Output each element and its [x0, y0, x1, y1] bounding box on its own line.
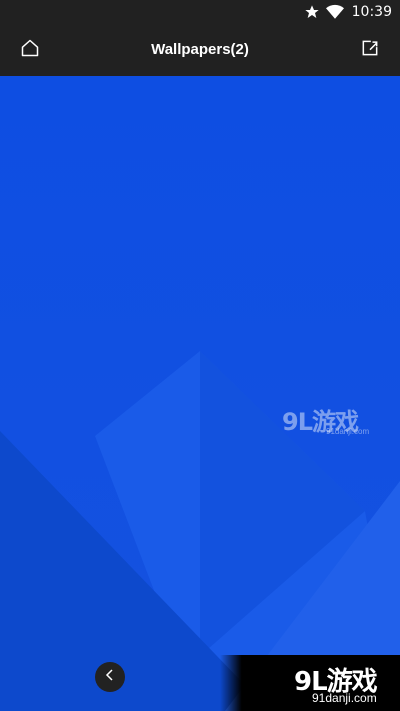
- share-icon: [360, 38, 380, 63]
- status-bar: 10:39: [0, 0, 400, 24]
- wallpaper-image[interactable]: 9L游戏 91danji.com: [0, 76, 400, 711]
- chevron-left-icon: [104, 668, 116, 687]
- watermark-url: 91danji.com: [326, 427, 370, 436]
- back-button[interactable]: [95, 662, 125, 692]
- wifi-icon: [325, 4, 344, 20]
- status-time: 10:39: [351, 4, 392, 20]
- bottom-logo-url: 91danji.com: [312, 691, 377, 705]
- bottom-logo: 9L游戏 91danji.com: [220, 655, 400, 711]
- status-icons: 10:39: [304, 0, 392, 24]
- page-title: Wallpapers(2): [151, 41, 249, 58]
- watermark: 9L游戏 91danji.com: [282, 402, 369, 437]
- app-bar: Wallpapers(2): [0, 24, 400, 76]
- star-icon: [304, 4, 320, 20]
- share-button[interactable]: [356, 36, 384, 64]
